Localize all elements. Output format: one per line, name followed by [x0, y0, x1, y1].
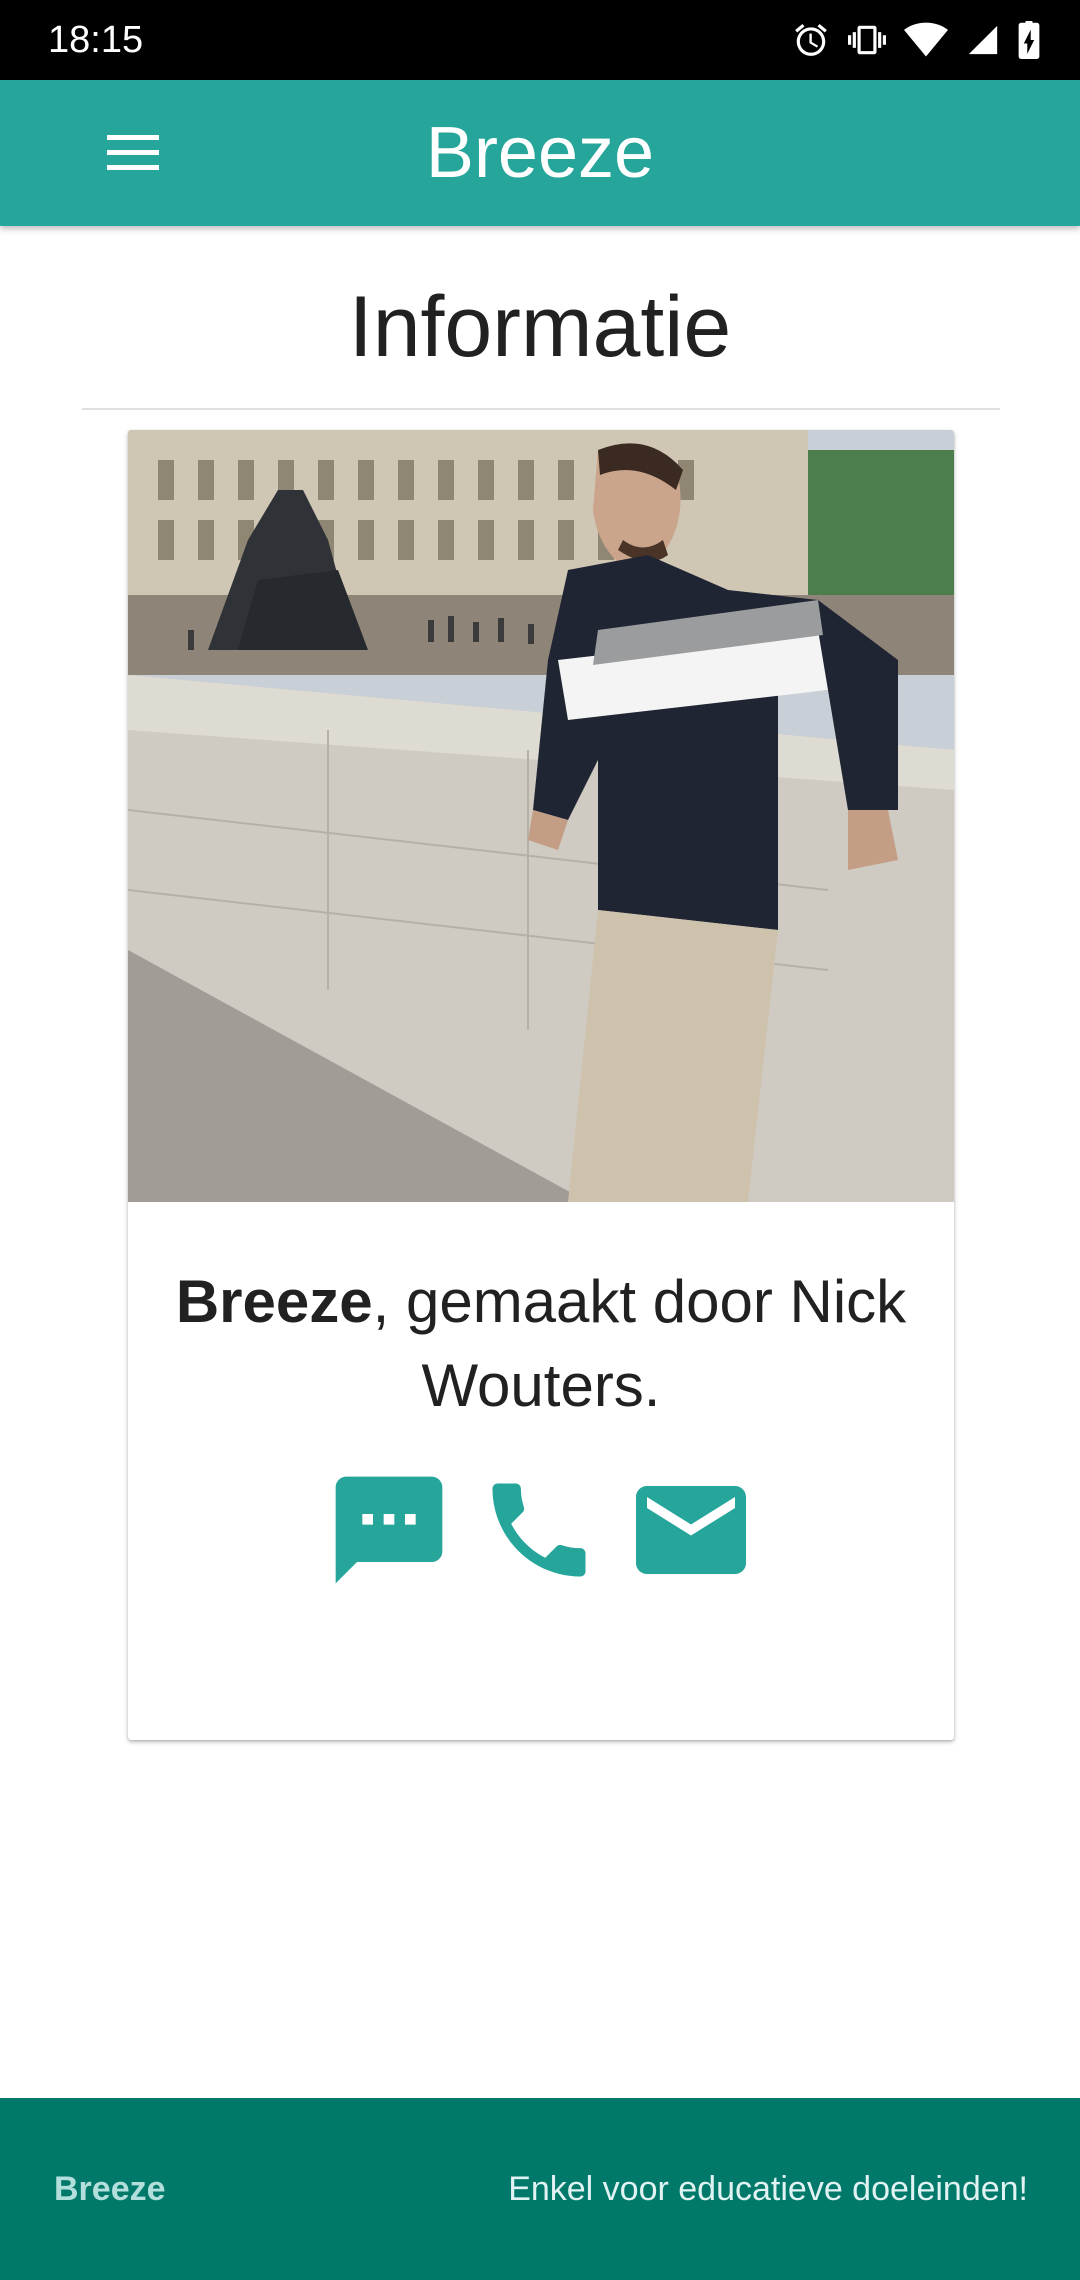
phone-icon[interactable] — [477, 1468, 601, 1592]
footer: Breeze Enkel voor educatieve doeleinden! — [0, 2098, 1080, 2280]
credit-rest: , gemaakt door Nick Wouters. — [372, 1268, 907, 1419]
alarm-icon — [792, 21, 830, 59]
footer-disclaimer: Enkel voor educatieve doeleinden! — [508, 2170, 1028, 2208]
battery-charging-icon — [1018, 21, 1040, 59]
status-icons — [792, 0, 1040, 80]
status-time: 18:15 — [48, 19, 144, 61]
credit-text: Breeze, gemaakt door Nick Wouters. — [128, 1260, 954, 1428]
page-title: Informatie — [348, 279, 732, 375]
app-title: Breeze — [425, 113, 655, 193]
app-bar: Breeze — [0, 80, 1080, 226]
vibrate-icon — [848, 21, 886, 59]
status-bar: 18:15 — [0, 0, 1080, 80]
divider — [82, 408, 1000, 410]
profile-photo — [128, 430, 954, 1202]
info-card: Breeze, gemaakt door Nick Wouters. — [128, 430, 954, 1740]
signal-icon — [966, 23, 1000, 57]
message-icon[interactable] — [325, 1466, 453, 1594]
email-icon[interactable] — [625, 1464, 757, 1596]
footer-brand: Breeze — [54, 2170, 166, 2208]
app-name-bold: Breeze — [175, 1268, 373, 1335]
contact-actions — [128, 1460, 954, 1600]
wifi-icon — [904, 21, 948, 59]
